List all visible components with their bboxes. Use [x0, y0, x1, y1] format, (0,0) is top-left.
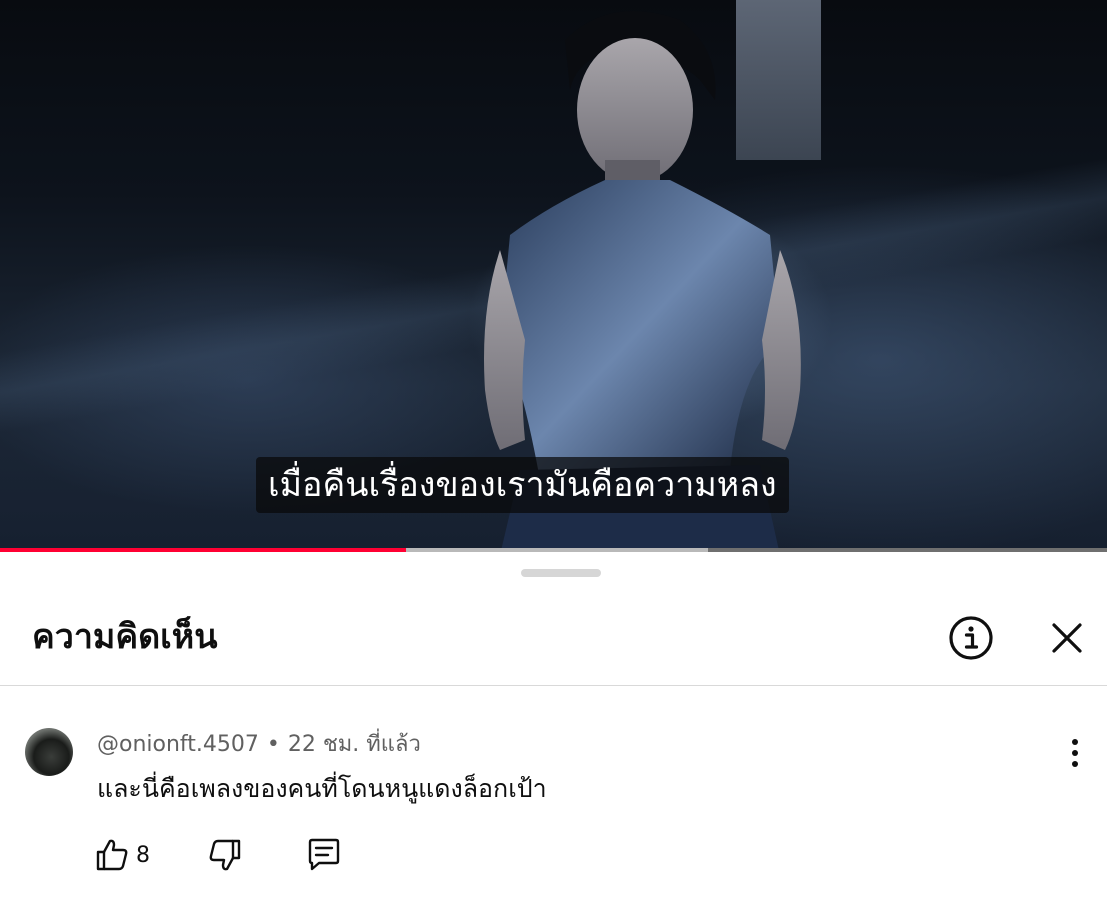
like-count: 8 [136, 842, 150, 868]
info-circle-icon [949, 616, 993, 660]
comments-title: ความคิดเห็น [32, 617, 218, 657]
progress-bar[interactable] [0, 548, 1107, 552]
comment-text: และนี่คือเพลงของคนที่โดนหนูแดงล็อกเป้า [97, 774, 547, 803]
more-options-button[interactable] [1058, 733, 1092, 773]
avatar[interactable] [25, 728, 73, 776]
comment-meta: @onionft.4507 • 22 ชม. ที่แล้ว [97, 729, 421, 761]
like-button[interactable]: 8 [94, 835, 150, 875]
video-player[interactable]: เมื่อคืนเรื่องของเรามันคือความหลง [0, 0, 1107, 552]
close-icon [1052, 623, 1082, 653]
reply-button[interactable] [302, 835, 346, 875]
header-divider [0, 685, 1107, 686]
comments-sheet: ความคิดเห็น @onionft.4507 • 22 ชม. ที่แล้ว… [0, 553, 1107, 902]
meta-separator: • [266, 732, 280, 757]
caption-subtitle: เมื่อคืนเรื่องของเรามันคือความหลง [256, 457, 789, 513]
info-button[interactable] [944, 611, 998, 665]
drag-handle[interactable] [521, 569, 601, 577]
more-vertical-icon [1072, 739, 1078, 767]
thumbs-down-icon [209, 839, 241, 871]
comment-author[interactable]: @onionft.4507 [97, 732, 259, 757]
progress-fill [0, 548, 407, 552]
comment-time: 22 ชม. ที่แล้ว [287, 732, 421, 757]
thumbs-up-icon [96, 839, 128, 871]
dislike-button[interactable] [205, 835, 245, 875]
close-button[interactable] [1042, 613, 1092, 663]
reply-icon [308, 838, 340, 871]
